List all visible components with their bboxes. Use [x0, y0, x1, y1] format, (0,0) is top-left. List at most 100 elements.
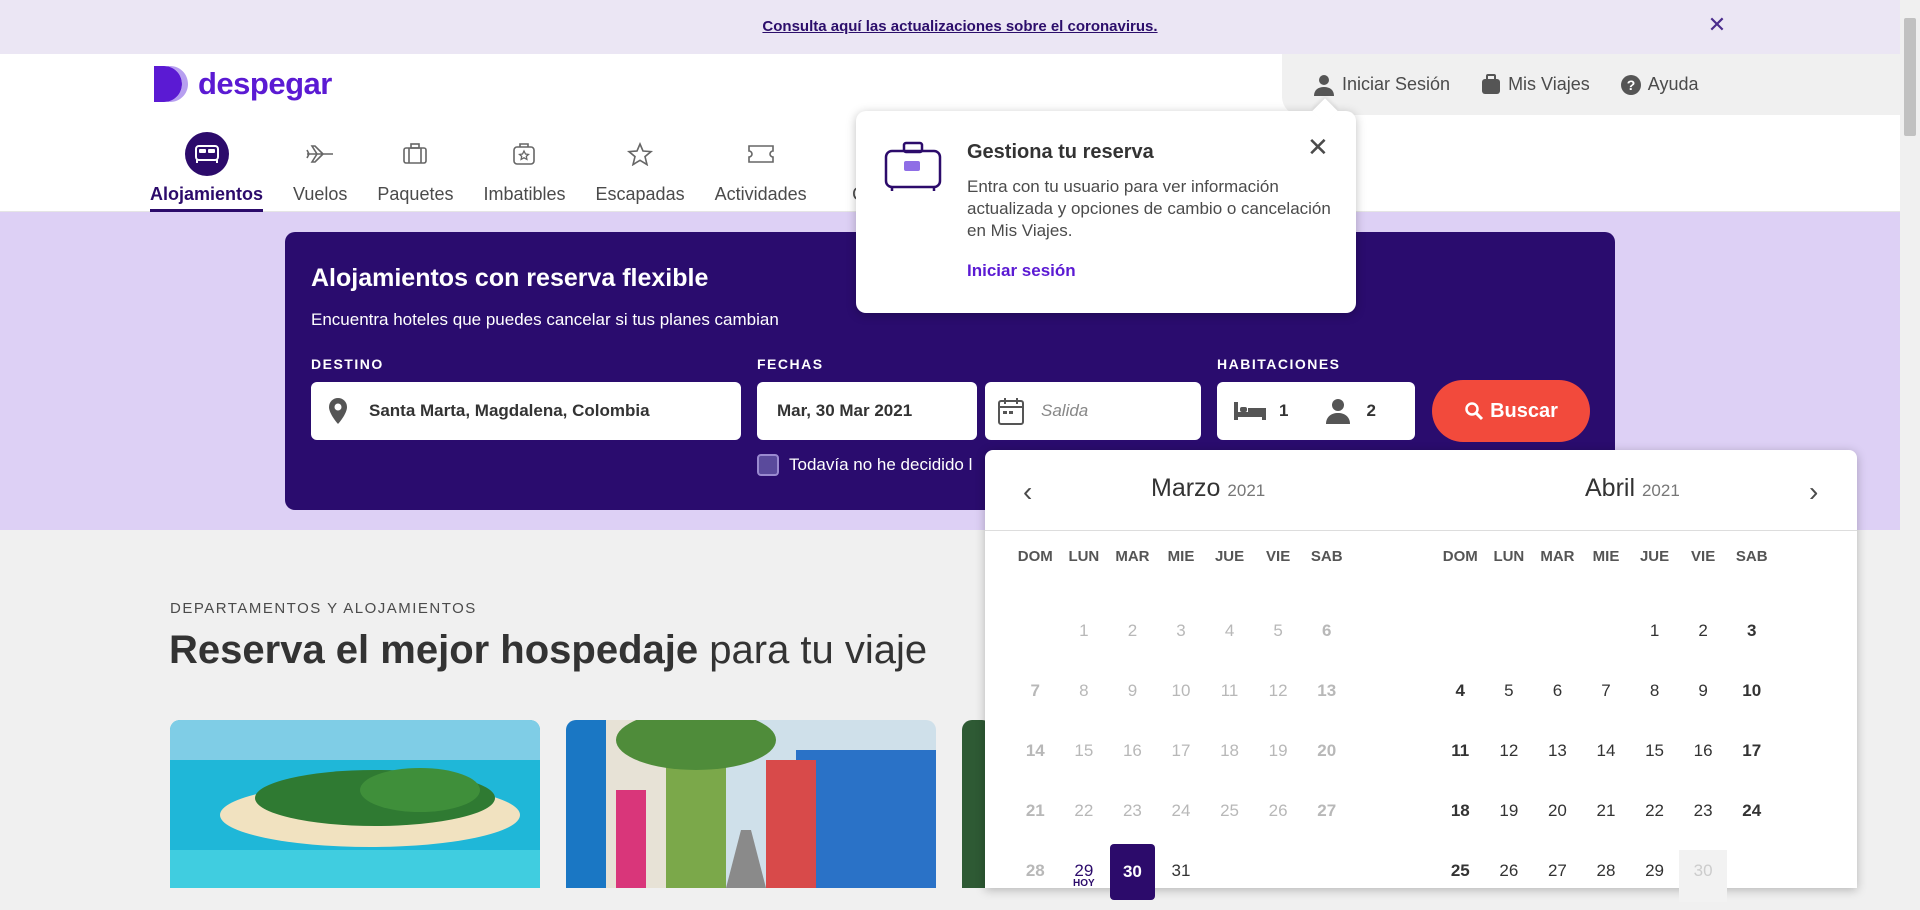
- close-icon[interactable]: ✕: [1307, 134, 1329, 160]
- covid-link[interactable]: Consulta aquí las actualizaciones sobre …: [762, 18, 1157, 35]
- tab-vuelos[interactable]: Vuelos: [293, 132, 347, 212]
- plane-icon: [298, 132, 342, 176]
- calendar-day[interactable]: 29 HOY: [1060, 850, 1109, 910]
- calendar-day: 18: [1220, 741, 1240, 760]
- calendar-day: 11: [1220, 681, 1239, 700]
- tab-imbatibles[interactable]: Imbatibles: [483, 132, 566, 212]
- section-title-rest: para tu viaje: [698, 628, 928, 672]
- user-icon: [1314, 74, 1334, 96]
- popover-title: Gestiona tu reserva: [967, 141, 1154, 163]
- weekday: VIE: [1691, 548, 1716, 565]
- calendar-day[interactable]: 13: [1533, 730, 1582, 790]
- weekday: SAB: [1735, 548, 1768, 565]
- user-bar: Iniciar Sesión Mis Viajes ? Ayuda: [1282, 54, 1912, 115]
- logo-text: despegar: [198, 66, 332, 101]
- calendar-day[interactable]: 20: [1533, 790, 1582, 850]
- fechas-label: FECHAS: [757, 356, 824, 372]
- calendar-day[interactable]: 30: [1110, 844, 1155, 900]
- calendar-day: 4: [1224, 621, 1235, 640]
- destination-card[interactable]: [566, 720, 936, 888]
- right-month-title: Abril 2021: [1585, 474, 1680, 503]
- rooms-count: 1: [1279, 401, 1289, 420]
- close-banner-icon[interactable]: ✕: [1706, 14, 1728, 36]
- calendar-day[interactable]: 28: [1582, 850, 1631, 910]
- weekday: JUE: [1639, 548, 1670, 565]
- help-icon: ?: [1620, 74, 1641, 95]
- checkbox-box[interactable]: [757, 454, 779, 476]
- calendar-day[interactable]: 11: [1436, 730, 1485, 790]
- manage-booking-popover: Gestiona tu reserva Entra con tu usuario…: [856, 111, 1356, 313]
- calendar-day[interactable]: 29: [1630, 850, 1679, 910]
- checkin-field[interactable]: Mar, 30 Mar 2021: [757, 382, 977, 440]
- april-days: 1 2 3 4 5 6 7 8 9 10 11 12 13 14 15 16 17 18 19 20 21 22 23 24 2…: [1436, 610, 1776, 910]
- product-nav: Alojamientos Vuelos Paquetes Imbatibles …: [150, 132, 911, 212]
- tab-escapadas[interactable]: Escapadas: [596, 132, 685, 212]
- calendar-day[interactable]: 1: [1630, 610, 1679, 670]
- calendar-day[interactable]: 26: [1485, 850, 1534, 910]
- march-days: 1 2 3 4 5 6 7 8 9 10 11 12 13 14 15 16 17 18 19 20 21 22 23 24 2…: [1011, 610, 1351, 910]
- calendar-day: 6: [1321, 621, 1332, 640]
- calendar-day[interactable]: 3: [1727, 610, 1776, 670]
- undecided-checkbox[interactable]: Todavía no he decidido l: [757, 454, 972, 476]
- prev-month-icon[interactable]: ‹: [1023, 476, 1032, 508]
- calendar-day[interactable]: 15: [1630, 730, 1679, 790]
- calendar-day[interactable]: 2: [1679, 610, 1728, 670]
- covid-banner: Consulta aquí las actualizaciones sobre …: [0, 0, 1920, 54]
- login-link[interactable]: Iniciar Sesión: [1312, 73, 1450, 97]
- calendar-day[interactable]: 9: [1679, 670, 1728, 730]
- calendar-day[interactable]: 23: [1679, 790, 1728, 850]
- calendar-day[interactable]: 19: [1485, 790, 1534, 850]
- left-month-year: 2021: [1227, 481, 1266, 500]
- march-grid: DOM LUN MAR MIE JUE VIE SAB 1 2 3 4 5 6 7 8 9 10 11 12 13 1…: [1011, 548, 1351, 910]
- calendar-day[interactable]: 12: [1485, 730, 1534, 790]
- calendar-day[interactable]: 25: [1436, 850, 1485, 910]
- despegar-logo-icon: [154, 66, 188, 102]
- weekday: MIE: [1592, 548, 1620, 565]
- calendar-day[interactable]: 10: [1727, 670, 1776, 730]
- logo[interactable]: despegar: [150, 64, 332, 104]
- rooms-guests-field[interactable]: 1 2: [1217, 382, 1415, 440]
- calendar-day[interactable]: 31: [1157, 850, 1206, 910]
- calendar-day[interactable]: 18: [1436, 790, 1485, 850]
- calendar-day: 10: [1171, 681, 1191, 700]
- calendar-day: 13: [1317, 681, 1337, 700]
- calendar-day[interactable]: 22: [1630, 790, 1679, 850]
- calendar-day[interactable]: 16: [1679, 730, 1728, 790]
- trips-link[interactable]: Mis Viajes: [1480, 73, 1590, 96]
- weekday: VIE: [1266, 548, 1291, 565]
- calendar-day: 15: [1074, 741, 1094, 760]
- calendar-day[interactable]: 8: [1630, 670, 1679, 730]
- tab-alojamientos[interactable]: Alojamientos: [150, 132, 264, 212]
- weekday: DOM: [1017, 548, 1053, 565]
- destino-field[interactable]: Santa Marta, Magdalena, Colombia: [311, 382, 741, 440]
- briefcase-icon: [884, 141, 942, 191]
- calendar-day[interactable]: 4: [1436, 670, 1485, 730]
- destination-card[interactable]: [170, 720, 540, 888]
- checkout-field[interactable]: Salida: [985, 382, 1201, 440]
- calendar-day[interactable]: 14: [1582, 730, 1631, 790]
- svg-text:?: ?: [1626, 77, 1635, 93]
- suitcase-icon: [1482, 73, 1501, 94]
- calendar-day: 12: [1268, 681, 1288, 700]
- search-button[interactable]: Buscar: [1432, 380, 1590, 442]
- calendar-divider: [985, 530, 1857, 531]
- date-picker: ‹ Marzo 2021 Abril 2021 › DOM LUN MAR MIE JU…: [985, 450, 1857, 902]
- calendar-day[interactable]: 6: [1533, 670, 1582, 730]
- calendar-day[interactable]: 7: [1582, 670, 1631, 730]
- popover-login-link[interactable]: Iniciar sesión: [967, 261, 1076, 281]
- calendar-day[interactable]: 27: [1533, 850, 1582, 910]
- calendar-day: 24: [1171, 801, 1191, 820]
- tab-paquetes[interactable]: Paquetes: [377, 132, 453, 212]
- checkout-placeholder: Salida: [1041, 401, 1089, 420]
- search-title: Alojamientos con reserva flexible: [311, 264, 709, 292]
- star-bag-icon: [502, 132, 546, 176]
- help-link[interactable]: ? Ayuda: [1620, 74, 1698, 96]
- tab-actividades[interactable]: Actividades: [715, 132, 807, 212]
- calendar-day[interactable]: 24: [1727, 790, 1776, 850]
- calendar-day[interactable]: 21: [1582, 790, 1631, 850]
- calendar-day[interactable]: 5: [1485, 670, 1534, 730]
- colonial-street-image: [566, 720, 936, 888]
- calendar-day[interactable]: 17: [1727, 730, 1776, 790]
- scrollbar-thumb[interactable]: [1904, 18, 1916, 136]
- next-month-icon[interactable]: ›: [1809, 476, 1818, 508]
